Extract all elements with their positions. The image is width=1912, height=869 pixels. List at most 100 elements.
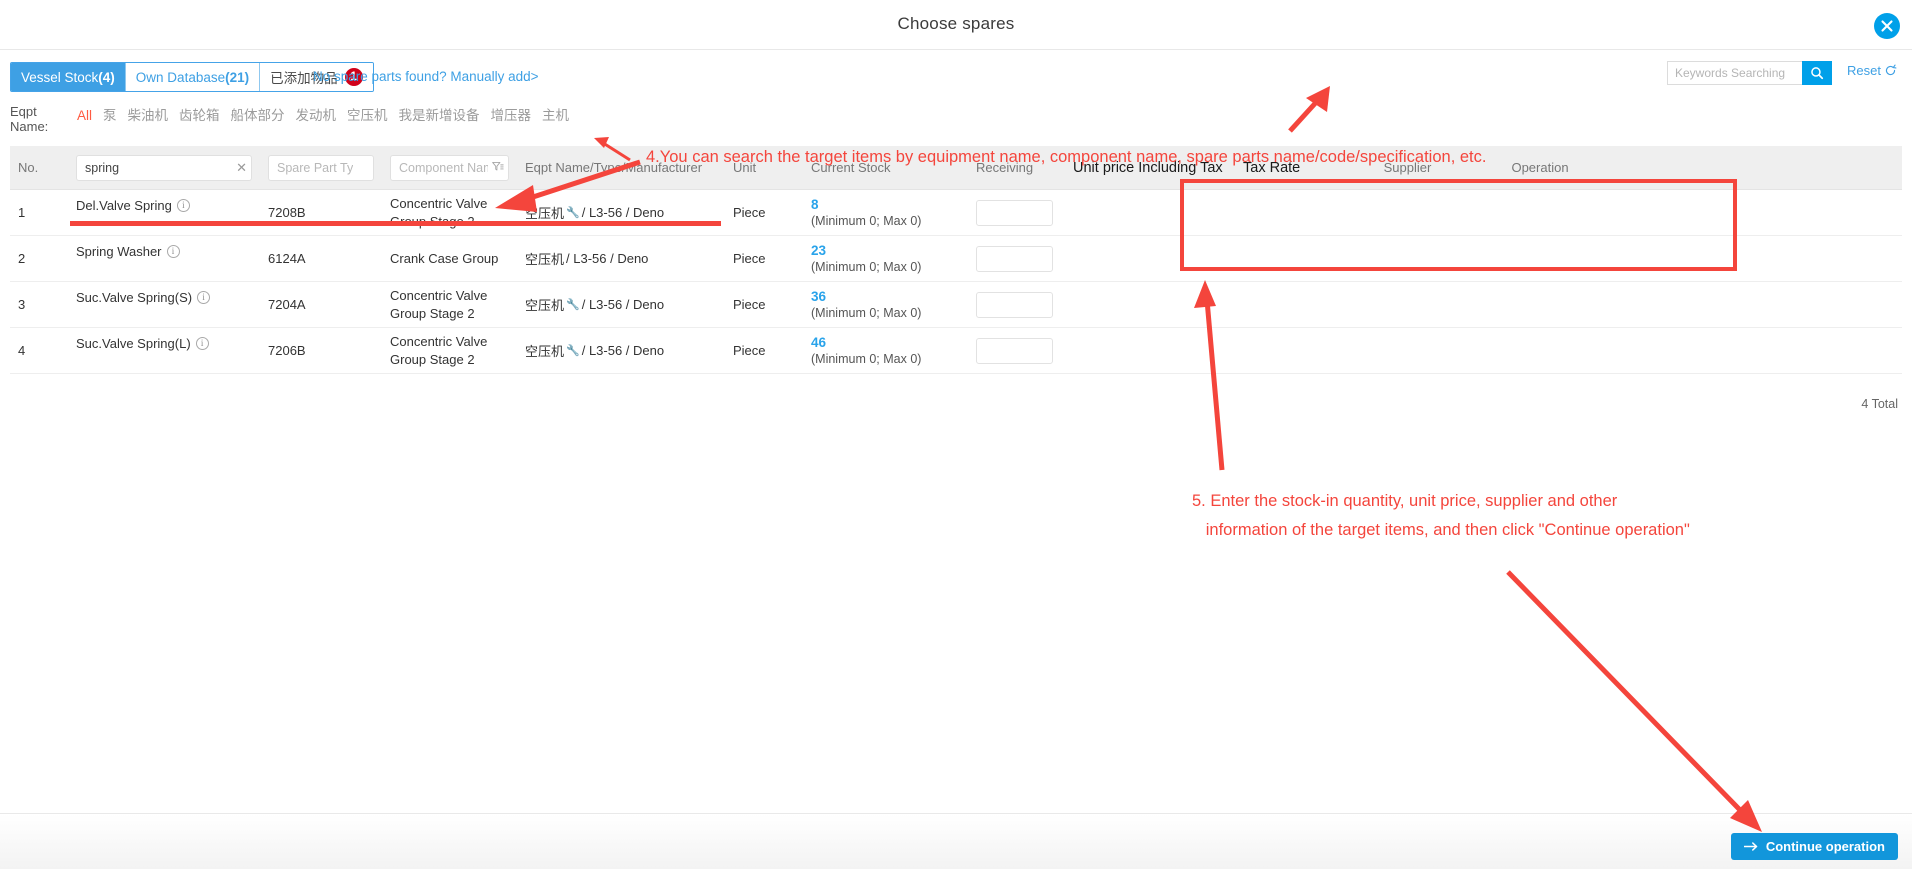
eqpt-filter-option[interactable]: 柴油机: [128, 104, 169, 124]
col-header-tax-rate: Tax Rate: [1243, 159, 1301, 176]
table-row[interactable]: 2 Spring Washer i 6124A Crank Case Group 空压机 /…: [10, 236, 1902, 282]
keyword-search-group: [1667, 61, 1832, 85]
cell-unit-price[interactable]: [1065, 282, 1235, 327]
col-filter-name: ✕: [68, 154, 260, 181]
eqpt-type-manufacturer: / L3-56 / Deno: [566, 251, 649, 266]
cell-tax-rate[interactable]: [1235, 282, 1345, 327]
spare-name-text: Spring Washer: [76, 244, 162, 259]
cell-part-type: 6124A: [268, 251, 306, 266]
spare-name-text: Suc.Valve Spring(S): [76, 290, 193, 305]
cell-operation[interactable]: [1470, 236, 1610, 281]
cell-unit: Piece: [733, 205, 766, 220]
continue-operation-button[interactable]: Continue operation: [1730, 833, 1898, 860]
table-row[interactable]: 3 Suc.Valve Spring(S) i 7204A Concentric Val…: [10, 282, 1902, 328]
cell-current-stock: 8 (Minimum 0; Max 0): [803, 190, 968, 235]
spare-name-text: Suc.Valve Spring(L): [76, 336, 191, 351]
col-header-unit-price: Unit price Including Tax: [1073, 159, 1223, 176]
cell-tax-rate[interactable]: [1235, 236, 1345, 281]
info-icon[interactable]: i: [166, 245, 180, 258]
cell-operation[interactable]: [1470, 282, 1610, 327]
cell-receiving: [968, 328, 1065, 373]
spare-name-filter-input[interactable]: [76, 154, 252, 181]
table-row[interactable]: 4 Suc.Valve Spring(L) i 7206B Concentric Val…: [10, 328, 1902, 374]
info-icon[interactable]: i: [176, 199, 190, 212]
reset-label: Reset: [1847, 63, 1881, 78]
info-icon[interactable]: i: [195, 337, 209, 350]
cell-supplier[interactable]: [1345, 282, 1470, 327]
eqpt-type-manufacturer: / L3-56 / Deno: [581, 297, 665, 312]
cell-supplier[interactable]: [1345, 190, 1470, 235]
cell-supplier[interactable]: [1345, 236, 1470, 281]
eqpt-filter-option[interactable]: 增压器: [491, 104, 532, 124]
cell-unit: Piece: [733, 251, 766, 266]
eqpt-filter-option[interactable]: 船体部分: [231, 104, 285, 124]
cell-spare-name: Spring Washer i: [68, 236, 260, 281]
cell-component-name: Concentric Valve Group Stage 2: [390, 287, 488, 321]
eqpt-type-manufacturer: / L3-56 / Deno: [581, 205, 665, 220]
wrench-icon: 🔧: [566, 299, 580, 311]
cell-spare-name: Del.Valve Spring i: [68, 190, 260, 235]
search-button[interactable]: [1802, 61, 1832, 85]
table-row[interactable]: 1 Del.Valve Spring i 7208B Concentric Valve …: [10, 190, 1902, 236]
tab-own-database[interactable]: Own Database (21): [125, 63, 261, 91]
eqpt-filter-option[interactable]: 我是新增设备: [399, 104, 480, 124]
eqpt-name-filter-options: All 泵柴油机 齿轮箱 船体部分 发动机 空压机 我是新增设备 增压器 主机: [77, 104, 569, 124]
spare-name-text: Del.Valve Spring: [76, 198, 172, 213]
tab-vessel-stock-count: (4): [98, 69, 115, 85]
cell-tax-rate[interactable]: [1235, 328, 1345, 373]
cell-unit: Piece: [733, 343, 766, 358]
eqpt-name-filter-label: Eqpt Name:: [10, 104, 49, 134]
stock-minmax: (Minimum 0; Max 0): [811, 213, 922, 228]
receiving-quantity-input[interactable]: [976, 291, 1053, 318]
search-input[interactable]: [1667, 61, 1802, 85]
cell-no: 2: [18, 251, 26, 266]
arrow-right-icon: [1743, 842, 1758, 851]
stock-minmax: (Minimum 0; Max 0): [811, 259, 922, 274]
cell-unit-price[interactable]: [1065, 236, 1235, 281]
cell-spare-name: Suc.Valve Spring(L) i: [68, 328, 260, 373]
eqpt-filter-option[interactable]: 泵: [103, 104, 117, 124]
eqpt-filter-option[interactable]: All: [77, 108, 92, 123]
cell-eqpt: 空压机 🔧 / L3-56 / Deno: [517, 282, 725, 327]
stock-quantity: 8: [811, 196, 819, 212]
eqpt-filter-option[interactable]: 主机: [542, 104, 569, 124]
receiving-quantity-input[interactable]: [976, 245, 1053, 272]
clear-icon[interactable]: ✕: [236, 159, 247, 177]
cell-operation[interactable]: [1470, 190, 1610, 235]
eqpt-filter-option[interactable]: 齿轮箱: [179, 104, 220, 124]
eqpt-cn-name: 空压机: [525, 298, 565, 313]
cell-eqpt: 空压机 🔧 / L3-56 / Deno: [517, 328, 725, 373]
cell-current-stock: 46 (Minimum 0; Max 0): [803, 328, 968, 373]
page-title: Choose spares: [897, 14, 1015, 33]
close-icon[interactable]: [1874, 13, 1900, 39]
eqpt-cn-name: 空压机: [525, 206, 565, 221]
eqpt-filter-option[interactable]: 发动机: [296, 104, 337, 124]
reset-button[interactable]: Reset: [1847, 63, 1897, 78]
eqpt-filter-option[interactable]: 空压机: [347, 104, 388, 124]
receiving-quantity-input[interactable]: [976, 199, 1053, 226]
col-filter-component-name: [382, 154, 517, 181]
cell-no: 3: [18, 297, 26, 312]
cell-unit: Piece: [733, 297, 766, 312]
funnel-icon[interactable]: [491, 160, 504, 176]
col-header-unit: Unit: [733, 160, 757, 175]
wrench-icon: 🔧: [566, 345, 580, 357]
spare-part-type-filter-input[interactable]: [268, 154, 374, 181]
cell-unit-price[interactable]: [1065, 328, 1235, 373]
tab-vessel-stock[interactable]: Vessel Stock (4): [11, 63, 126, 91]
cell-operation[interactable]: [1470, 328, 1610, 373]
dialog-titlebar: Choose spares: [0, 0, 1912, 50]
table-body: 1 Del.Valve Spring i 7208B Concentric Valve …: [10, 190, 1902, 374]
info-icon[interactable]: i: [197, 291, 211, 304]
manual-add-link[interactable]: No spare parts found? Manually add>: [313, 69, 539, 84]
cell-tax-rate[interactable]: [1235, 190, 1345, 235]
col-header-operation: Operation: [1511, 160, 1569, 175]
stock-quantity: 46: [811, 334, 827, 350]
cell-unit-price[interactable]: [1065, 190, 1235, 235]
receiving-quantity-input[interactable]: [976, 337, 1053, 364]
cell-supplier[interactable]: [1345, 328, 1470, 373]
cell-receiving: [968, 190, 1065, 235]
cell-component-name: Crank Case Group: [390, 250, 499, 266]
col-header-eqpt: Eqpt Name/Type/Manufacturer: [525, 160, 703, 175]
stock-minmax: (Minimum 0; Max 0): [811, 305, 922, 320]
